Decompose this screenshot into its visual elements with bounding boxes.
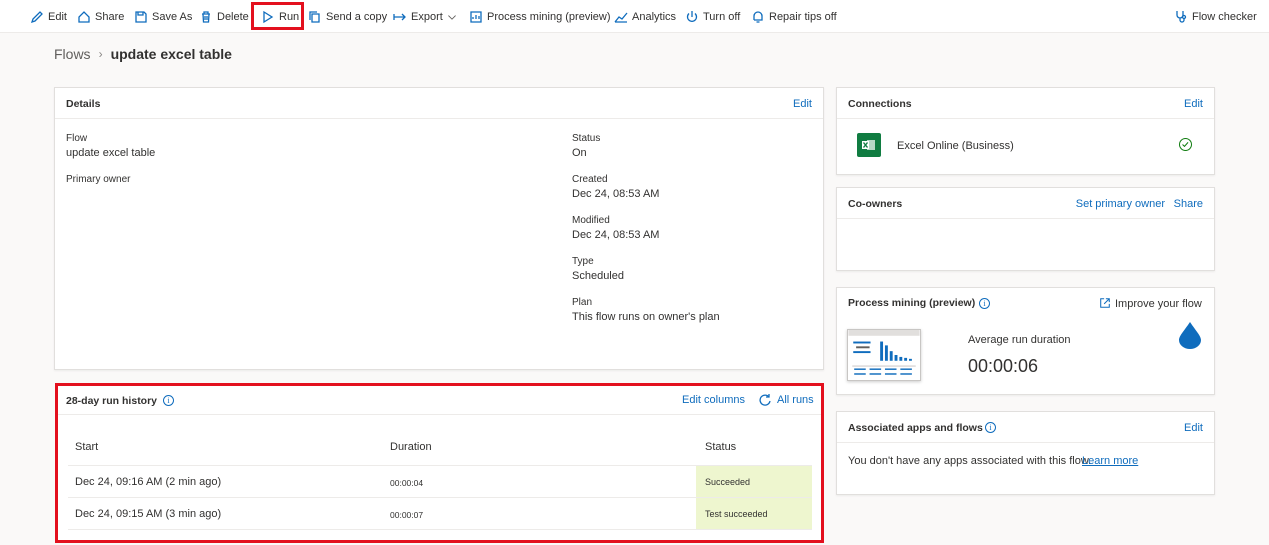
co-owners-card: Co-owners Set primary owner Share [836,187,1215,271]
plan-value: This flow runs on owner's plan [572,311,720,323]
page-title: update excel table [110,46,232,62]
primary-owner-label: Primary owner [66,174,131,185]
share-icon [78,10,90,23]
associated-apps-message: You don't have any apps associated with … [848,455,1092,467]
flow-label: Flow [66,133,88,144]
turn-off-button[interactable]: Turn off [685,8,740,25]
info-icon[interactable]: i [985,422,996,433]
avg-run-duration-value: 00:00:06 [968,356,1039,376]
status-value: On [572,147,587,159]
created-value: Dec 24, 08:53 AM [572,188,660,200]
created-label: Created [572,174,608,185]
avg-run-duration-label: Average run duration [968,334,1071,346]
connections-edit-link[interactable]: Edit [1184,98,1203,110]
droplet-icon [1179,322,1201,349]
process-mining-thumbnail [847,329,921,381]
connections-card-header: Connections Edit [837,88,1214,119]
save-icon [135,10,147,23]
flow-value: update excel table [66,147,156,159]
set-primary-owner-link[interactable]: Set primary owner [1076,198,1165,210]
associated-apps-edit-link[interactable]: Edit [1184,422,1203,434]
trash-icon [202,10,210,23]
export-button[interactable]: Export [393,8,457,25]
excel-logo-icon [857,133,881,157]
co-owners-share-link[interactable]: Share [1174,198,1203,210]
type-label: Type [572,256,594,267]
modified-value: Dec 24, 08:53 AM [572,229,660,241]
connections-card: Connections Edit Excel Online (Business) [836,87,1215,175]
flow-checker-button[interactable]: Flow checker [1174,8,1257,25]
delete-button[interactable]: Delete [199,8,249,25]
process-mining-icon [470,10,482,23]
co-owners-card-header: Co-owners Set primary owner Share [837,188,1214,219]
details-card: Details Edit Flow update excel table Pri… [54,87,824,370]
pencil-icon [30,10,43,23]
save-as-button[interactable]: Save As [134,8,192,25]
details-edit-link[interactable]: Edit [793,98,812,110]
copy-icon [309,10,320,23]
info-icon[interactable]: i [979,298,990,309]
breadcrumb: Flows › update excel table [54,46,232,62]
learn-more-link[interactable]: Learn more [1082,455,1138,467]
connections-title: Connections [848,98,912,110]
details-title: Details [66,98,101,110]
run-history-highlight-box [55,383,824,543]
associated-apps-card: Associated apps and flows i Edit You don… [836,411,1215,495]
check-icon [1179,138,1192,151]
process-mining-card: Process mining (preview) i Improve your … [836,287,1215,395]
analytics-icon [614,12,628,23]
analytics-button[interactable]: Analytics [614,8,676,25]
plan-label: Plan [572,297,593,308]
send-copy-button[interactable]: Send a copy [308,8,387,25]
chevron-right-icon: › [98,47,103,61]
open-external-icon[interactable] [1099,297,1111,309]
type-value: Scheduled [572,270,624,282]
modified-label: Modified [572,215,610,226]
associated-apps-card-header: Associated apps and flows i Edit [837,412,1214,443]
connection-name[interactable]: Excel Online (Business) [897,140,1014,152]
bell-icon [753,10,763,23]
run-highlight-box [251,2,304,30]
co-owners-title: Co-owners [848,198,903,210]
stethoscope-icon [1176,10,1187,23]
command-bar: Edit Share Save As Delete Run Send a cop… [0,0,1269,33]
process-mining-button[interactable]: Process mining (preview) [469,8,610,25]
status-label: Status [572,133,601,144]
repair-tips-button[interactable]: Repair tips off [751,8,837,25]
export-icon [393,13,406,20]
improve-flow-link[interactable]: Improve your flow [1115,298,1202,310]
breadcrumb-flows-link[interactable]: Flows [54,46,91,62]
associated-apps-title: Associated apps and flows [848,422,983,434]
power-icon [686,10,698,22]
process-mining-title: Process mining (preview) [848,297,976,309]
share-button[interactable]: Share [77,8,124,25]
edit-button[interactable]: Edit [30,8,67,25]
details-card-header: Details Edit [55,88,823,119]
chevron-down-icon [447,14,456,20]
